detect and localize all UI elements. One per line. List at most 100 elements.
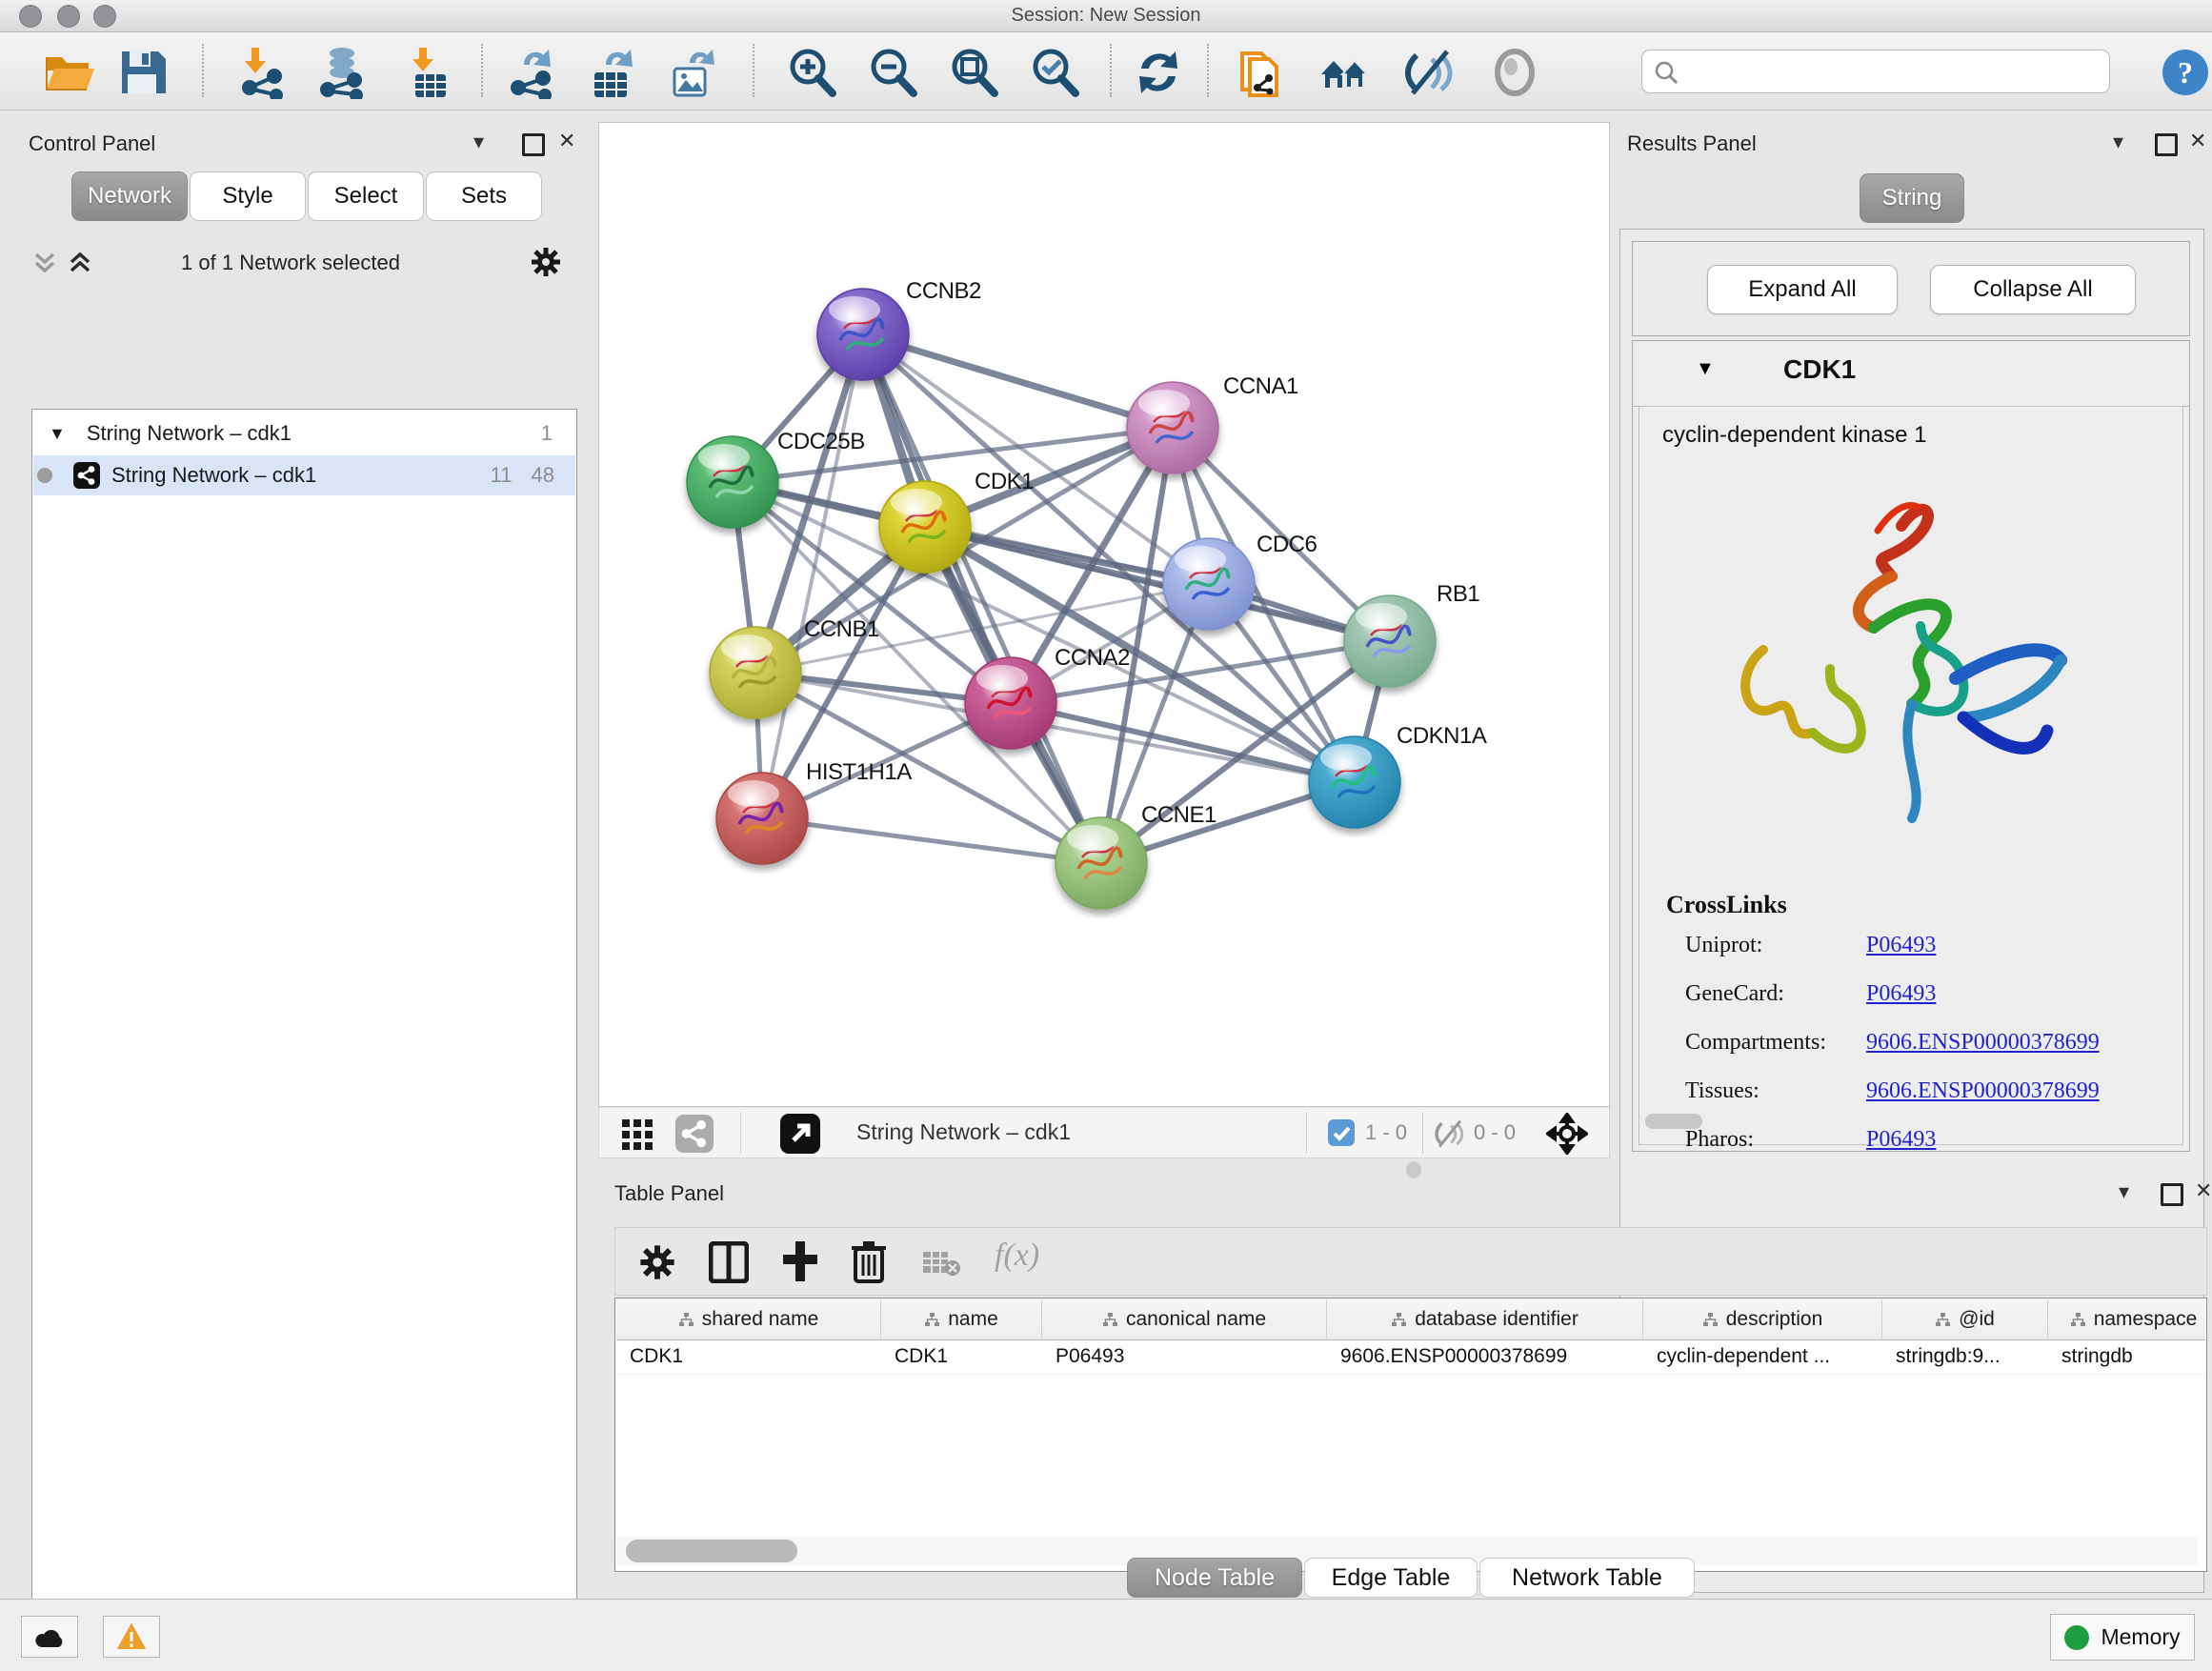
table-gear-icon[interactable] (638, 1243, 676, 1286)
zoom-in-icon[interactable] (785, 46, 838, 99)
crosslink-row: GeneCard:P06493 (1685, 981, 2162, 1007)
zoom-out-icon[interactable] (866, 46, 919, 99)
column-header-canonical-name[interactable]: canonical name (1042, 1299, 1327, 1339)
search-input[interactable] (1684, 52, 2103, 89)
tab-node-table[interactable]: Node Table (1127, 1558, 1302, 1598)
toolbar-separator (1207, 44, 1209, 97)
crosslink-link[interactable]: P06493 (1866, 981, 1936, 1007)
crosslink-link[interactable]: P06493 (1866, 933, 1936, 958)
open-in-new-window-icon[interactable] (780, 1114, 820, 1158)
node-HIST1H1A[interactable] (716, 773, 808, 864)
column-header-namespace[interactable]: namespace (2048, 1299, 2212, 1339)
collapse-section-icon[interactable]: ▼ (1696, 358, 1715, 380)
edge-HIST1H1A-CCNE1[interactable] (762, 818, 1101, 863)
add-column-icon[interactable] (779, 1239, 821, 1288)
memory-status-dot-icon (2064, 1625, 2089, 1650)
node-label-CDKN1A: CDKN1A (1397, 723, 1487, 749)
crosslink-link[interactable]: P06493 (1866, 1127, 1936, 1153)
hide-results-glasses-icon[interactable] (1403, 46, 1457, 99)
node-CDC6[interactable] (1163, 538, 1255, 630)
birds-eye-view-icon[interactable] (620, 1116, 656, 1157)
refresh-icon[interactable] (1132, 46, 1185, 99)
table-row[interactable]: CDK1CDK1P064939606.ENSP00000378699cyclin… (616, 1339, 2205, 1375)
show-columns-icon[interactable] (709, 1241, 749, 1288)
node-label-RB1: RB1 (1437, 581, 1479, 607)
column-header-shared-name[interactable]: shared name (616, 1299, 881, 1339)
import-table-icon[interactable] (404, 46, 457, 99)
selected-checkbox-icon[interactable] (1327, 1118, 1356, 1152)
table-panel-float-icon[interactable] (2161, 1183, 2183, 1206)
node-CDC25B[interactable] (687, 436, 778, 528)
string-document-icon[interactable] (1235, 46, 1288, 99)
crosslink-link[interactable]: 9606.ENSP00000378699 (1866, 1030, 2100, 1056)
import-network-icon[interactable] (238, 46, 292, 99)
help-icon[interactable]: ? (2161, 48, 2212, 101)
node-label-CCNA2: CCNA2 (1055, 645, 1130, 671)
crosslink-label: Compartments: (1685, 1030, 1866, 1056)
network-options-gear-icon[interactable] (530, 246, 562, 283)
network-view-title: String Network – cdk1 (856, 1119, 1071, 1145)
node-CCNA2[interactable] (965, 657, 1056, 749)
string-network-graph[interactable]: CCNB2CCNA1CDC25BCDK1CDC6RB1CCNB1CCNA2CDK… (599, 123, 1609, 1106)
protein-card-header[interactable]: ▼ CDK1 (1633, 341, 2189, 407)
warnings-button[interactable] (103, 1616, 160, 1658)
tab-string[interactable]: String (1860, 173, 1964, 223)
open-session-icon[interactable] (43, 46, 96, 99)
tab-select[interactable]: Select (308, 171, 424, 221)
column-header-database-identifier[interactable]: database identifier (1327, 1299, 1643, 1339)
tab-network-table[interactable]: Network Table (1479, 1558, 1695, 1598)
results-panel-menu-icon[interactable]: ▾ (2113, 130, 2123, 154)
column-header-@id[interactable]: @id (1882, 1299, 2048, 1339)
control-panel-float-icon[interactable] (522, 133, 545, 156)
table-panel-close-icon[interactable]: ✕ (2195, 1178, 2212, 1203)
column-header-name[interactable]: name (881, 1299, 1042, 1339)
node-CDKN1A[interactable] (1309, 736, 1400, 828)
network-tree-row-selected[interactable]: String Network – cdk1 11 48 (33, 455, 575, 495)
show-eye-icon[interactable] (1488, 46, 1541, 99)
table-cell: 9606.ENSP00000378699 (1327, 1339, 1643, 1374)
export-image-icon[interactable] (667, 46, 720, 99)
delete-column-trash-icon[interactable] (850, 1239, 888, 1288)
network-share-disabled-icon[interactable] (675, 1115, 714, 1158)
export-network-icon[interactable] (507, 46, 560, 99)
node-CCNA1[interactable] (1127, 382, 1218, 473)
node-CDK1[interactable] (879, 481, 971, 573)
export-table-icon[interactable] (587, 46, 640, 99)
network-label: String Network – cdk1 (111, 463, 316, 488)
control-panel-close-icon[interactable]: ✕ (558, 129, 575, 153)
memory-button[interactable]: Memory (2050, 1614, 2195, 1661)
zoom-selected-icon[interactable] (1028, 46, 1081, 99)
crosslink-row: Compartments:9606.ENSP00000378699 (1685, 1030, 2162, 1056)
pan-crosshair-icon[interactable] (1546, 1113, 1588, 1159)
network-tree-root-row[interactable]: ▼ String Network – cdk1 1 (33, 413, 575, 453)
control-panel-menu-icon[interactable]: ▾ (473, 130, 484, 154)
tab-sets[interactable]: Sets (426, 171, 542, 221)
column-header-description[interactable]: description (1643, 1299, 1882, 1339)
results-panel-close-icon[interactable]: ✕ (2189, 129, 2206, 153)
expand-all-button[interactable]: Expand All (1707, 265, 1898, 314)
table-hscrollbar-thumb[interactable] (626, 1540, 797, 1562)
tab-network[interactable]: Network (71, 171, 188, 221)
import-database-icon[interactable] (316, 46, 370, 99)
tab-style[interactable]: Style (190, 171, 306, 221)
tab-edge-table[interactable]: Edge Table (1304, 1558, 1478, 1598)
collapse-all-button[interactable]: Collapse All (1930, 265, 2136, 314)
results-panel-float-icon[interactable] (2155, 133, 2178, 156)
string-home-icon[interactable] (1317, 46, 1371, 99)
node-RB1[interactable] (1344, 595, 1436, 687)
edge-CCNB2-CCNA1[interactable] (863, 334, 1173, 428)
node-CCNB2[interactable] (817, 289, 909, 380)
cloud-button[interactable] (21, 1616, 78, 1658)
results-hscrollbar-thumb[interactable] (1645, 1114, 1702, 1129)
network-collection-label: String Network – cdk1 (87, 421, 292, 446)
zoom-fit-icon[interactable] (947, 46, 1000, 99)
table-panel-menu-icon[interactable]: ▾ (2119, 1179, 2129, 1204)
node-CCNE1[interactable] (1056, 817, 1147, 909)
save-session-icon[interactable] (116, 46, 170, 99)
warning-icon (116, 1622, 147, 1651)
network-canvas[interactable]: CCNB2CCNA1CDC25BCDK1CDC6RB1CCNB1CCNA2CDK… (598, 122, 1610, 1107)
crosslink-link[interactable]: 9606.ENSP00000378699 (1866, 1078, 2100, 1104)
node-label-CCNA1: CCNA1 (1223, 373, 1298, 399)
tree-expander-icon[interactable]: ▼ (49, 424, 66, 444)
node-CCNB1[interactable] (710, 627, 801, 718)
